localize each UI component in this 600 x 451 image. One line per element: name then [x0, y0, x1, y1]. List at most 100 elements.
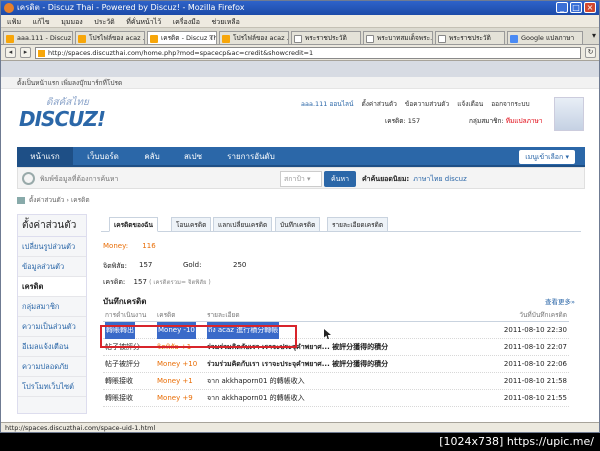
credit-total-row: เครดิต: 157 ( เครดิตรวม= จิตพิสัย ) [103, 277, 211, 288]
notifications-link[interactable]: แจ้งเตือน [457, 100, 483, 108]
cell-detail[interactable]: จาก akkhaporn01 的轉帳收入 [207, 373, 305, 390]
breadcrumb: ตั้งค่าส่วนตัว › เครดิต [17, 195, 90, 205]
user-group: กลุ่มสมาชิก: ทีมแปลภาษา [469, 116, 542, 126]
cell-credit: Money +1 [157, 377, 193, 385]
nav-home[interactable]: หน้าแรก [17, 147, 73, 167]
prestige-label: จิตพิสัย: [103, 262, 127, 270]
top-links[interactable]: ตั้งเป็นหน้าแรก เพิ่มลงบุ๊กมาร์กที่โปรด [1, 77, 599, 89]
site-header: ดิสคัสไทย DISCUZ! aaa.111 ออนไลน์ ตั้งค่… [1, 89, 599, 145]
hot-keyword-links[interactable]: ภาษาไทย discuz [413, 175, 467, 183]
search-input[interactable] [40, 171, 280, 187]
browser-tab-active[interactable]: เครดิต - Discuz Thai× [147, 31, 217, 44]
cell-operation[interactable]: 轉賬接收 [105, 373, 133, 390]
shortcut-menu-button[interactable]: เมนูเข้าเลือก ▾ [519, 150, 575, 164]
more-link[interactable]: 查看更多» [545, 296, 575, 306]
menu-file[interactable]: แฟ้ม [7, 18, 21, 26]
close-tab-icon[interactable]: × [209, 32, 214, 44]
browser-window: เครดิต - Discuz Thai - Powered by Discuz… [0, 0, 600, 433]
menu-view[interactable]: มุมมอง [61, 18, 82, 26]
prestige-row: จิตพิสัย: 157 Gold: 250 [103, 261, 303, 272]
search-icon [22, 172, 35, 185]
cell-operation[interactable]: 帖子被評分 [105, 356, 140, 373]
prestige-value: 157 [139, 261, 153, 269]
sidebar-item-promotion[interactable]: โปรโมทเว็บไซต์ [18, 377, 86, 397]
close-button[interactable]: × [584, 2, 596, 13]
sidebar-item-usergroup[interactable]: กลุ่มสมาชิก [18, 297, 86, 317]
sidebar-item-credits[interactable]: เครดิต [18, 277, 86, 297]
tab-my-credits[interactable]: เครดิตของฉัน [109, 217, 158, 232]
reload-icon[interactable]: ↻ [585, 47, 596, 58]
cell-operation[interactable]: 轉賬接收 [105, 390, 133, 407]
menu-tools[interactable]: เครื่องมือ [173, 18, 200, 26]
cell-date: 2011-08-10 21:55 [503, 394, 567, 402]
nav-space[interactable]: สเปซ [171, 147, 215, 167]
nav-forum[interactable]: เว็บบอร์ด [73, 147, 133, 167]
sidebar-item-privacy[interactable]: ความเป็นส่วนตัว [18, 317, 86, 337]
favicon-icon [6, 35, 14, 43]
breadcrumb-text[interactable]: ตั้งค่าส่วนตัว › เครดิต [29, 196, 90, 204]
browser-tab[interactable]: พระบาทสมเด็จพระ... [363, 31, 433, 44]
tab-log[interactable]: บันทึกเครดิต [275, 217, 321, 232]
settings-sidebar: ตั้งค่าส่วนตัว เปลี่ยนรูปส่วนตัว ข้อมูลส… [17, 214, 87, 414]
user-links: aaa.111 ออนไลน์ ตั้งค่าส่วนตัว ข้อความส่… [301, 99, 536, 109]
menu-help[interactable]: ช่วยเหลือ [212, 18, 240, 26]
search-scope-select[interactable]: สกาป้า ▾ [280, 171, 322, 187]
menu-edit[interactable]: แก้ไข [33, 18, 50, 26]
nav-ranking[interactable]: รายการอันดับ [215, 147, 287, 167]
group-value[interactable]: ทีมแปลภาษา [506, 117, 543, 125]
browser-tab[interactable]: aaa.111 - Discuz ... [3, 31, 73, 44]
cell-date: 2011-08-10 22:07 [503, 343, 567, 351]
site-logo[interactable]: DISCUZ! [19, 107, 106, 131]
cell-date: 2011-08-10 22:30 [503, 326, 567, 334]
browser-tab[interactable]: Google แปลภาษา [507, 31, 583, 44]
cell-detail[interactable]: ร่วมร่วมคิดกับเรา เราจะประจุคำพยาศ... 被評… [207, 356, 388, 373]
nav-club[interactable]: คลับ [133, 147, 171, 167]
cell-detail[interactable]: จาก akkhaporn01 的轉帳收入 [207, 390, 305, 407]
browser-tab[interactable]: โปรไฟล์ของ acaz ... [75, 31, 145, 44]
maximize-button[interactable]: □ [570, 2, 582, 13]
tab-label: Google แปลภาษา [521, 34, 575, 42]
money-row: Money: 116 [103, 242, 156, 250]
cell-date: 2011-08-10 22:06 [503, 360, 567, 368]
sidebar-item-profile[interactable]: ข้อมูลส่วนตัว [18, 257, 86, 277]
shortcut-label: เมนูเข้าเลือก [525, 153, 564, 161]
tab-label: โปรไฟล์ของ acaz ... [233, 34, 289, 42]
forward-icon[interactable]: ▸ [20, 47, 31, 58]
settings-link[interactable]: ตั้งค่าส่วนตัว [362, 100, 397, 108]
menu-bookmarks[interactable]: ที่คั่นหน้าไว้ [126, 18, 161, 26]
tab-transfer[interactable]: โอนเครดิต [171, 217, 212, 232]
col-detail: รายละเอียด [207, 311, 240, 319]
avatar[interactable] [554, 97, 584, 131]
search-scope-value: สกาป้า [284, 175, 305, 183]
table-row[interactable]: 帖子被評分 Money +10 ร่วมร่วมคิดกับเรา เราจะป… [103, 356, 569, 373]
sidebar-item-security[interactable]: ความปลอดภัย [18, 357, 86, 377]
menu-bar: แฟ้ม แก้ไข มุมมอง ประวัติ ที่คั่นหน้าไว้… [1, 15, 599, 28]
credits-summary[interactable]: เครดิต: 157 [385, 116, 420, 126]
table-row[interactable]: 轉賬接收 Money +1 จาก akkhaporn01 的轉帳收入 2011… [103, 373, 569, 390]
minimize-button[interactable]: _ [556, 2, 568, 13]
back-icon[interactable]: ◂ [5, 47, 16, 58]
credit-tabs: เครดิตของฉัน โอนเครดิต แลกเปลี่ยนเครดิต … [101, 214, 581, 232]
tab-bar: aaa.111 - Discuz ... โปรไฟล์ของ acaz ...… [1, 28, 599, 45]
col-date: วันที่บันทึกเครดิต [519, 311, 567, 319]
username-link[interactable]: aaa.111 ออนไลน์ [301, 100, 353, 108]
address-bar[interactable]: http://spaces.discuzthai.com/home.php?mo… [35, 47, 581, 59]
menu-history[interactable]: ประวัติ [94, 18, 114, 26]
browser-tab[interactable]: โปรไฟล์ของ acaz ... [219, 31, 289, 44]
url-text: http://spaces.discuzthai.com/home.php?mo… [48, 49, 314, 57]
search-button[interactable]: ค้นหา [324, 171, 356, 187]
messages-link[interactable]: ข้อความส่วนตัว [405, 100, 449, 108]
browser-tab[interactable]: พระราชประวัติ [291, 31, 361, 44]
hot-keywords: คำค้นยอดนิยม: ภาษาไทย discuz [362, 174, 467, 185]
home-icon[interactable] [17, 196, 25, 204]
tab-list-icon[interactable]: ▾ [592, 31, 596, 40]
tab-exchange[interactable]: แลกเปลี่ยนเครดิต [213, 217, 273, 232]
tab-label: พระบาทสมเด็จพระ... [377, 34, 433, 42]
logout-link[interactable]: ออกจากระบบ [491, 100, 529, 108]
sidebar-item-email[interactable]: อีเมลแจ้งเตือน [18, 337, 86, 357]
google-icon [510, 35, 518, 43]
sidebar-item-avatar[interactable]: เปลี่ยนรูปส่วนตัว [18, 237, 86, 257]
table-row[interactable]: 轉賬接收 Money +9 จาก akkhaporn01 的轉帳收入 2011… [103, 390, 569, 407]
browser-tab[interactable]: พระราชประวัติ [435, 31, 505, 44]
tab-rules[interactable]: รายละเอียดเครดิต [327, 217, 389, 232]
